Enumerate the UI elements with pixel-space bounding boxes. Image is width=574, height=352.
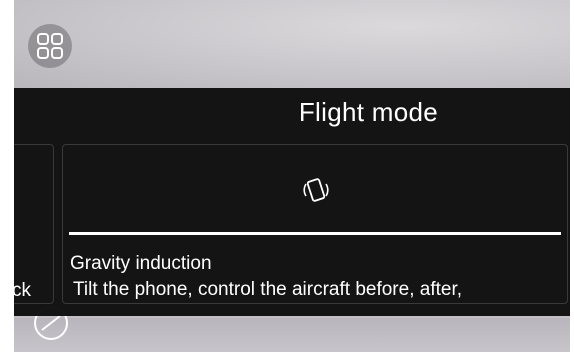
mode-name: Gravity induction	[70, 253, 212, 274]
panel-title: Flight mode	[298, 97, 438, 127]
camera-view: Flight mode ck Gravity induction Tilt th…	[14, 0, 570, 352]
camera-feed-bottom	[14, 318, 570, 352]
mode-description: Tilt the phone, control the aircraft bef…	[73, 279, 463, 300]
phone-rotate-icon	[303, 178, 329, 202]
mode-card-gravity-induction[interactable]: Gravity induction Tilt the phone, contro…	[62, 144, 568, 304]
grid-menu-button[interactable]	[28, 24, 72, 68]
selected-indicator	[69, 232, 561, 235]
flight-mode-panel: Flight mode ck Gravity induction Tilt th…	[14, 88, 570, 316]
grid-icon	[37, 33, 63, 59]
camera-feed-top	[14, 0, 570, 88]
mode-card-previous-label: ck	[14, 280, 31, 301]
